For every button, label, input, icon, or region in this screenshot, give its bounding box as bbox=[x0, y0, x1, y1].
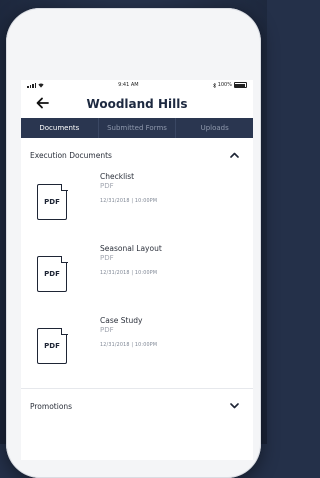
page-title: Woodland Hills bbox=[86, 97, 188, 111]
chevron-down-icon[interactable] bbox=[229, 401, 239, 411]
document-text: Seasonal Layout PDF 12/31/2018 | 10:00PM bbox=[100, 244, 162, 276]
document-text: Checklist PDF 12/31/2018 | 10:00PM bbox=[100, 172, 157, 204]
document-date: 12/31/2018 | 10:00PM bbox=[100, 343, 158, 348]
document-type: PDF bbox=[100, 326, 114, 334]
document-type: PDF bbox=[100, 182, 114, 190]
pdf-file-icon: PDF bbox=[37, 183, 68, 220]
status-right: 100% bbox=[212, 82, 247, 88]
document-name: Case Study bbox=[100, 316, 143, 325]
document-date: 12/31/2018 | 10:00PM bbox=[100, 199, 158, 204]
wifi-icon bbox=[38, 82, 44, 88]
tab-submitted-forms[interactable]: Submitted Forms bbox=[99, 118, 177, 138]
signal-icon bbox=[27, 82, 36, 88]
app-screen: 9:41 AM 100% Woodland Hills Documents Su… bbox=[21, 80, 253, 460]
document-date: 12/31/2018 | 10:00PM bbox=[100, 271, 158, 276]
pdf-file-icon: PDF bbox=[37, 327, 68, 364]
section-header-execution-documents[interactable]: Execution Documents bbox=[21, 138, 253, 172]
document-item-case-study[interactable]: PDF Case Study PDF 12/31/2018 | 10:00PM bbox=[21, 316, 253, 388]
document-item-checklist[interactable]: PDF Checklist PDF 12/31/2018 | 10:00PM bbox=[21, 172, 253, 244]
back-arrow-icon bbox=[36, 97, 49, 109]
document-name: Seasonal Layout bbox=[100, 244, 162, 253]
chevron-up-icon[interactable] bbox=[229, 150, 239, 160]
status-bar: 9:41 AM 100% bbox=[21, 80, 253, 90]
header: Woodland Hills bbox=[21, 90, 253, 118]
back-button[interactable] bbox=[35, 96, 49, 110]
document-type: PDF bbox=[100, 254, 114, 262]
tab-bar: Documents Submitted Forms Uploads bbox=[21, 118, 253, 138]
status-time: 9:41 AM bbox=[118, 82, 139, 88]
section-title: Execution Documents bbox=[30, 150, 112, 160]
battery-icon bbox=[233, 82, 247, 88]
document-text: Case Study PDF 12/31/2018 | 10:00PM bbox=[100, 316, 157, 348]
battery-percent: 100% bbox=[217, 82, 232, 88]
section-header-promotions[interactable]: Promotions bbox=[21, 389, 253, 423]
status-left bbox=[27, 82, 44, 88]
bluetooth-icon bbox=[212, 82, 216, 88]
pdf-file-icon: PDF bbox=[37, 255, 68, 292]
document-item-seasonal-layout[interactable]: PDF Seasonal Layout PDF 12/31/2018 | 10:… bbox=[21, 244, 253, 316]
document-name: Checklist bbox=[100, 172, 135, 181]
tab-uploads[interactable]: Uploads bbox=[176, 118, 253, 138]
section-title: Promotions bbox=[30, 401, 73, 411]
tab-documents[interactable]: Documents bbox=[21, 118, 99, 138]
